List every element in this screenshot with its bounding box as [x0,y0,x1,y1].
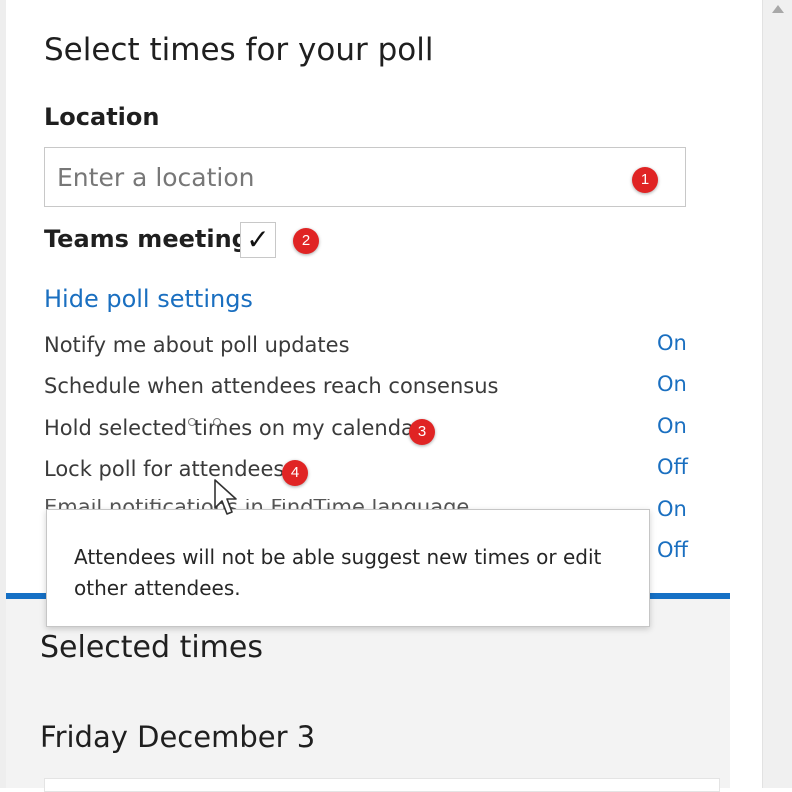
time-slot-card[interactable] [44,778,720,792]
hover-handle-icon [188,418,196,426]
setting-label-consensus: Schedule when attendees reach consensus [44,374,499,398]
setting-toggle-extra[interactable]: Off [657,538,688,562]
setting-toggle-email-language[interactable]: On [657,497,687,521]
selected-times-title: Selected times [40,630,263,665]
lock-poll-tooltip: Attendees will not be able suggest new t… [46,509,650,627]
setting-toggle-consensus[interactable]: On [657,372,687,396]
hide-poll-settings-link[interactable]: Hide poll settings [44,285,253,313]
setting-label-lock-poll[interactable]: Lock poll for attendees [44,457,284,481]
setting-label-hold-times: Hold selected times on my calendar [44,416,423,440]
selected-times-section [6,599,730,788]
mouse-pointer-icon [214,479,237,515]
setting-toggle-lock-poll[interactable]: Off [657,455,688,479]
hover-handle-icon [213,418,221,426]
page-title: Select times for your poll [44,32,434,68]
tooltip-text: Attendees will not be able suggest new t… [74,545,602,600]
location-label: Location [44,103,160,131]
setting-toggle-notify[interactable]: On [657,331,687,355]
vertical-scrollbar[interactable] [762,0,792,788]
location-input[interactable] [44,147,686,207]
teams-meeting-checkbox[interactable]: ✓ [240,222,276,258]
selected-date-heading: Friday December 3 [40,720,316,754]
checkmark-icon: ✓ [246,223,270,256]
annotation-marker-3: 3 [409,419,435,445]
annotation-marker-1: 1 [632,167,658,193]
annotation-marker-4: 4 [282,460,308,486]
setting-label-notify: Notify me about poll updates [44,333,350,357]
scroll-up-arrow-icon[interactable] [772,5,784,13]
annotation-marker-2: 2 [293,228,319,254]
teams-meeting-label: Teams meeting [44,225,249,253]
setting-toggle-hold-times[interactable]: On [657,414,687,438]
